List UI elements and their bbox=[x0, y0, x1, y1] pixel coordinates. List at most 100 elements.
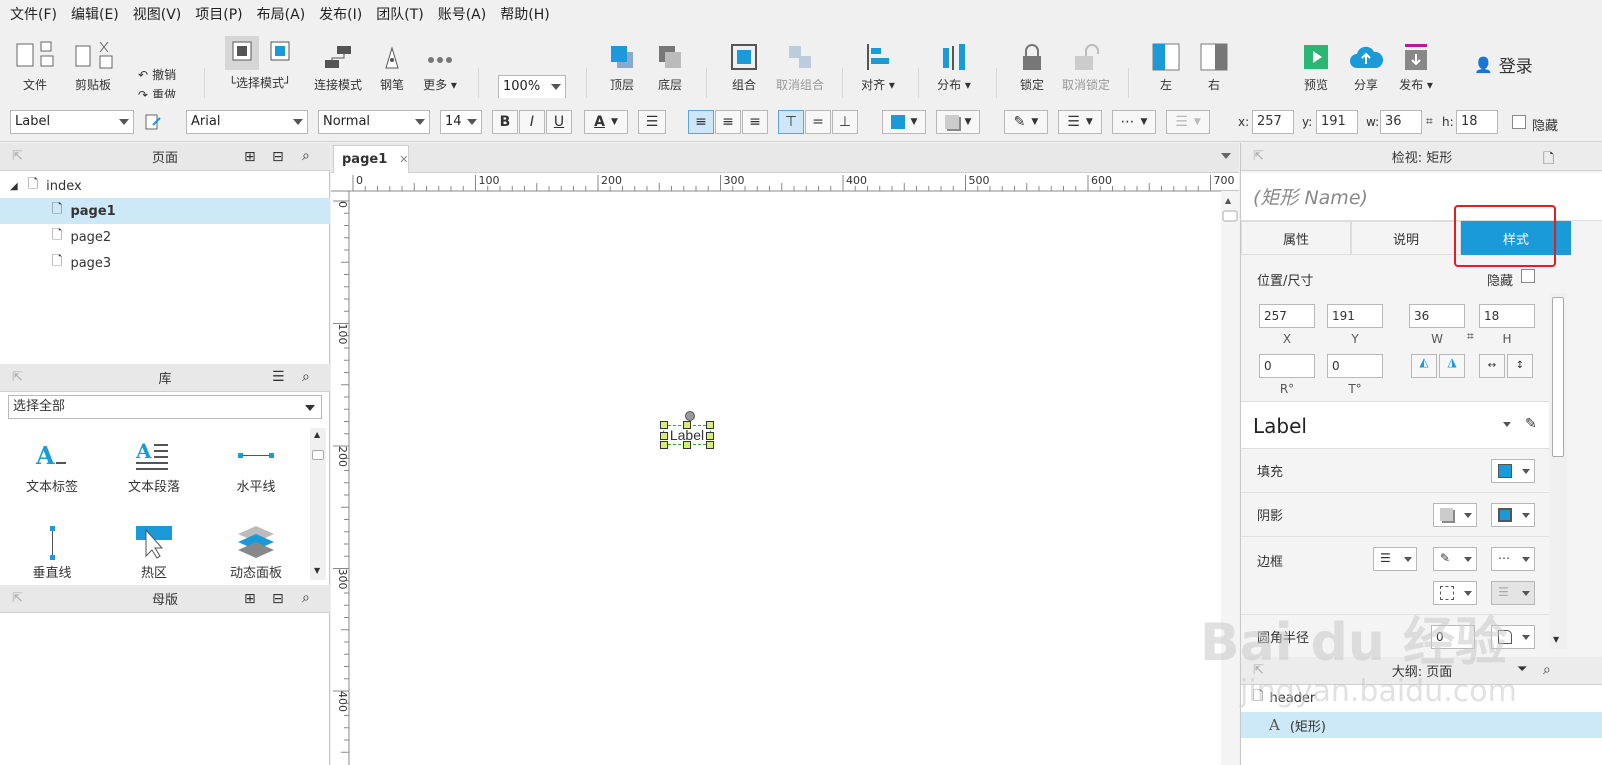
send-to-back-button[interactable]: 底层 bbox=[652, 40, 688, 93]
search-icon[interactable]: ⌕ bbox=[302, 590, 310, 606]
bold-button[interactable]: B bbox=[492, 110, 518, 134]
clipboard-button[interactable]: 剪贴板 bbox=[66, 40, 120, 93]
style-name-row[interactable]: Label ✎ bbox=[1241, 401, 1549, 449]
library-select[interactable]: 选择全部 bbox=[8, 395, 322, 419]
valign-top-button[interactable]: ⊤ bbox=[778, 110, 804, 134]
collapse-icon[interactable]: ⇱ bbox=[1253, 149, 1264, 164]
collapse-triangle-icon[interactable]: ◢ bbox=[10, 181, 18, 192]
outer-shadow-dropdown[interactable] bbox=[1433, 503, 1477, 527]
shadow-button[interactable]: ▼ bbox=[936, 110, 980, 134]
arrow-style-button[interactable]: ☰ ▼ bbox=[1166, 110, 1210, 134]
filter-icon[interactable]: ⏷ bbox=[1517, 662, 1527, 677]
font-weight-select[interactable]: Normal bbox=[318, 110, 430, 134]
valign-middle-button[interactable]: = bbox=[805, 110, 831, 134]
undo-button[interactable]: ↶ 撤销 bbox=[138, 66, 176, 83]
x-field[interactable]: 257 bbox=[1259, 304, 1315, 328]
tree-item-page3[interactable]: 🗋 page3 bbox=[0, 250, 330, 276]
menu-project[interactable]: 项目(P) bbox=[195, 4, 242, 24]
group-button[interactable]: 组合 bbox=[724, 40, 764, 93]
pen-button[interactable]: 钢笔 bbox=[374, 40, 410, 93]
inner-shadow-dropdown[interactable] bbox=[1491, 503, 1535, 527]
h-field[interactable]: 18 bbox=[1456, 110, 1498, 134]
align-center-text-button[interactable]: ≡ bbox=[715, 110, 741, 134]
right-panel-button[interactable]: 右 bbox=[1196, 40, 1232, 93]
zoom-select[interactable]: 100% bbox=[498, 75, 566, 99]
tree-item-index[interactable]: ◢ 🗋 index bbox=[0, 173, 330, 199]
ungroup-button[interactable]: 取消组合 bbox=[772, 40, 828, 93]
align-left-text-button[interactable]: ≡ bbox=[688, 110, 714, 134]
h-field[interactable]: 18 bbox=[1479, 304, 1535, 328]
fit-height-button[interactable]: ↕ bbox=[1507, 354, 1533, 378]
tree-item-page1[interactable]: 🗋 page1 bbox=[0, 198, 330, 224]
share-button[interactable]: 分享 bbox=[1346, 40, 1386, 93]
rotation-field[interactable]: 0 bbox=[1259, 354, 1315, 378]
valign-bottom-button[interactable]: ⊥ bbox=[832, 110, 858, 134]
resize-handle[interactable] bbox=[683, 441, 691, 449]
search-icon[interactable]: ⌕ bbox=[1543, 662, 1551, 678]
menu-publish[interactable]: 发布(I) bbox=[319, 4, 362, 24]
left-panel-button[interactable]: 左 bbox=[1148, 40, 1184, 93]
canvas-scrollbar[interactable]: ▲ bbox=[1221, 191, 1239, 765]
style-edit-icon[interactable] bbox=[144, 113, 162, 134]
border-width-dropdown[interactable]: ☰ bbox=[1373, 547, 1417, 571]
menu-help[interactable]: 帮助(H) bbox=[500, 4, 549, 24]
publish-button[interactable]: 发布 ▾ bbox=[1394, 40, 1438, 93]
flip-vertical-button[interactable]: ◮ bbox=[1439, 354, 1465, 378]
hide-checkbox[interactable] bbox=[1512, 115, 1526, 129]
login-button[interactable]: 👤 登录 bbox=[1474, 52, 1533, 78]
resize-handle[interactable] bbox=[683, 421, 691, 429]
scroll-down-icon[interactable]: ▼ bbox=[1553, 635, 1559, 644]
menu-view[interactable]: 视图(V) bbox=[133, 4, 182, 24]
font-select[interactable]: Arial bbox=[186, 110, 308, 134]
font-size-select[interactable]: 14 bbox=[440, 110, 482, 134]
w-field[interactable]: 36 bbox=[1409, 304, 1465, 328]
tab-menu-chevron-icon[interactable] bbox=[1221, 153, 1231, 159]
bullet-list-button[interactable]: ☰ bbox=[638, 110, 666, 134]
library-scrollbar[interactable]: ▲ ▼ bbox=[310, 428, 326, 580]
tree-item-page2[interactable]: 🗋 page2 bbox=[0, 224, 330, 250]
more-button[interactable]: 更多 ▾ bbox=[420, 40, 460, 93]
add-folder-icon[interactable]: ⊟ bbox=[272, 149, 284, 165]
font-color-button[interactable]: A ▼ bbox=[584, 110, 628, 134]
y-field[interactable]: 191 bbox=[1327, 304, 1383, 328]
tab-properties[interactable]: 属性 bbox=[1241, 221, 1351, 255]
fill-color-button[interactable]: ▼ bbox=[882, 110, 926, 134]
border-sides-dropdown[interactable] bbox=[1433, 581, 1477, 605]
lib-vertical-line[interactable]: 垂直线 bbox=[2, 524, 102, 580]
outline-root[interactable]: 🗋 header bbox=[1241, 685, 1602, 711]
menu-account[interactable]: 账号(A) bbox=[438, 4, 487, 24]
line-style-button[interactable]: ⋯ ▼ bbox=[1112, 110, 1156, 134]
y-field[interactable]: 191 bbox=[1316, 110, 1358, 134]
chevron-down-icon[interactable] bbox=[1503, 422, 1511, 427]
lib-horizontal-line[interactable]: 水平线 bbox=[206, 438, 306, 495]
file-button[interactable]: 文件 bbox=[10, 40, 60, 93]
search-icon[interactable]: ⌕ bbox=[302, 369, 310, 385]
tab-page1[interactable]: page1 ✕ bbox=[333, 145, 409, 173]
distribute-button[interactable]: 分布 ▾ bbox=[934, 40, 974, 93]
radius-field[interactable]: 0 bbox=[1431, 625, 1475, 649]
menu-icon[interactable]: ☰ bbox=[272, 369, 285, 385]
scroll-thumb[interactable] bbox=[312, 450, 324, 460]
menu-layout[interactable]: 布局(A) bbox=[257, 4, 306, 24]
border-color-dropdown[interactable]: ✎ bbox=[1433, 547, 1477, 571]
menu-team[interactable]: 团队(T) bbox=[376, 4, 423, 24]
x-field[interactable]: 257 bbox=[1252, 110, 1294, 134]
collapse-icon[interactable]: ⇱ bbox=[1253, 663, 1264, 678]
fit-width-button[interactable]: ↔ bbox=[1479, 354, 1505, 378]
lock-button[interactable]: 锁定 bbox=[1012, 40, 1052, 93]
lib-text-paragraph[interactable]: A 文本段落 bbox=[104, 438, 204, 495]
align-right-text-button[interactable]: ≡ bbox=[742, 110, 768, 134]
scroll-down-icon[interactable]: ▼ bbox=[314, 566, 320, 575]
outline-item[interactable]: A (矩形) bbox=[1241, 712, 1602, 738]
scroll-thumb[interactable] bbox=[1552, 297, 1564, 457]
lock-ratio-icon[interactable]: ⌗ bbox=[1467, 329, 1474, 344]
line-color-button[interactable]: ✎ ▼ bbox=[1004, 110, 1048, 134]
italic-button[interactable]: I bbox=[519, 110, 545, 134]
collapse-icon[interactable]: ⇱ bbox=[12, 149, 23, 164]
resize-handle[interactable] bbox=[706, 432, 714, 440]
inspector-scrollbar[interactable]: ▼ bbox=[1549, 293, 1567, 649]
resize-handle[interactable] bbox=[660, 441, 668, 449]
close-icon[interactable]: ✕ bbox=[399, 153, 408, 166]
select-mode-button[interactable]: └选择模式┘ bbox=[222, 36, 298, 91]
border-style-dropdown[interactable]: ⋯ bbox=[1491, 547, 1535, 571]
